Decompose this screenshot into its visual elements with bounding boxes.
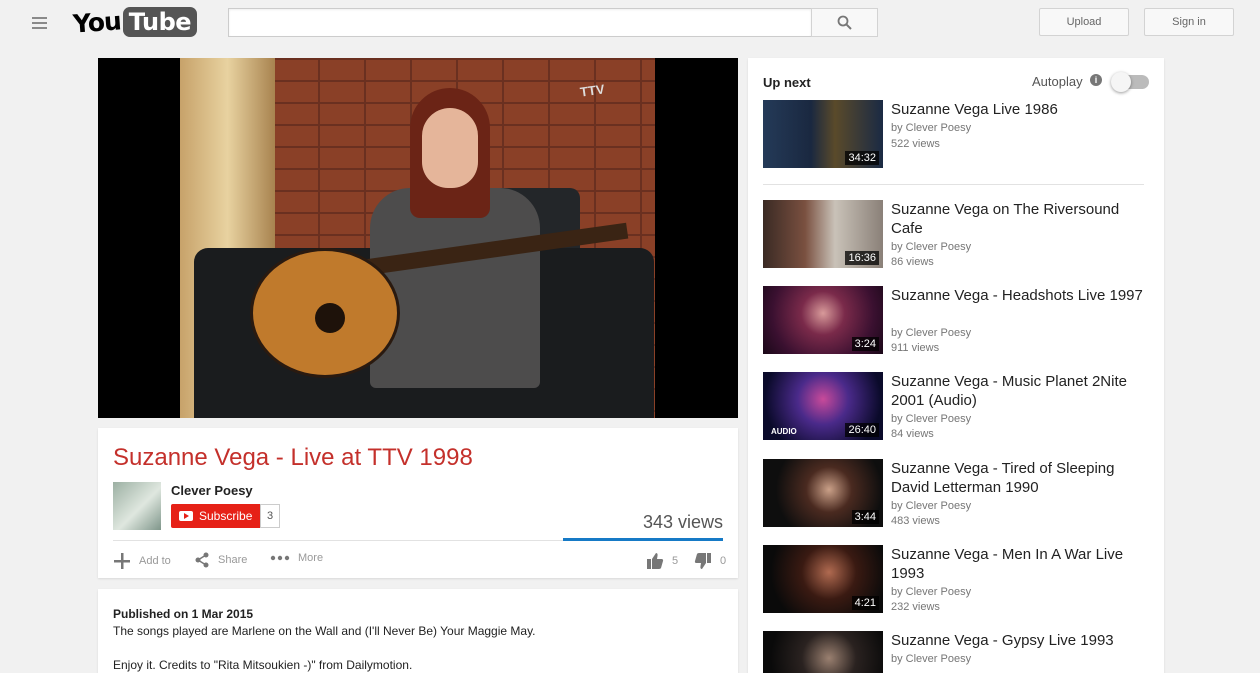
video-title: Suzanne Vega - Live at TTV 1998 <box>113 444 473 471</box>
like-count: 5 <box>672 555 679 567</box>
share-icon <box>195 552 209 568</box>
channel-name: by Clever Poesy <box>891 500 972 512</box>
up-next-sidebar: Up next Autoplay i 34:32 Suzanne Vega Li… <box>748 58 1164 673</box>
share-label: Share <box>218 554 248 566</box>
recommended-video[interactable]: 3:24 Suzanne Vega - Headshots Live 1997 … <box>763 286 1153 356</box>
video-thumbnail[interactable]: 34:32 <box>763 100 883 168</box>
channel-avatar[interactable] <box>113 482 161 530</box>
autoplay-label: Autoplay <box>1032 74 1083 89</box>
thumbs-down-icon <box>694 553 711 569</box>
dislike-count: 0 <box>720 555 727 567</box>
view-count: 343 views <box>642 512 723 532</box>
more-dots-icon <box>270 555 290 561</box>
view-count: 911 views <box>891 342 940 354</box>
video-thumbnail[interactable]: 4:21 <box>763 545 883 613</box>
video-duration: 34:32 <box>845 151 879 165</box>
subscribe-label: Subscribe <box>199 509 253 523</box>
thumbs-up-icon <box>647 553 664 569</box>
video-duration: 16:36 <box>845 251 879 265</box>
search-icon <box>837 15 852 30</box>
recommended-video[interactable]: 4:21 Suzanne Vega - Men In A War Live 19… <box>763 545 1153 615</box>
info-icon[interactable]: i <box>1090 74 1102 86</box>
audio-tag: AUDIO <box>771 427 797 436</box>
channel-name: by Clever Poesy <box>891 413 972 425</box>
video-title[interactable]: Suzanne Vega - Tired of Sleeping David L… <box>891 459 1153 497</box>
channel-name: by Clever Poesy <box>891 327 972 339</box>
logo-you-text: You <box>72 5 122 39</box>
channel-name: by Clever Poesy <box>891 241 972 253</box>
view-count: 86 views <box>891 256 934 268</box>
subscriber-count: 3 <box>260 504 281 528</box>
view-count: 522 views <box>891 138 940 150</box>
sign-in-button[interactable]: Sign in <box>1144 8 1234 36</box>
channel-name[interactable]: Clever Poesy <box>171 483 253 498</box>
subscribe-button[interactable]: Subscribe <box>171 504 261 528</box>
video-frame: TTV <box>180 58 655 418</box>
video-thumbnail[interactable]: 3:44 <box>763 459 883 527</box>
description-card: Published on 1 Mar 2015 The songs played… <box>98 589 738 673</box>
video-title[interactable]: Suzanne Vega - Music Planet 2Nite 2001 (… <box>891 372 1153 410</box>
search-button[interactable] <box>811 8 878 37</box>
sentiment-bar <box>563 538 723 541</box>
video-title[interactable]: Suzanne Vega - Gypsy Live 1993 <box>891 631 1153 650</box>
share-button[interactable]: Share <box>194 552 247 568</box>
more-button[interactable]: More <box>270 552 323 564</box>
view-count: 84 views <box>891 428 934 440</box>
publish-date: Published on 1 Mar 2015 <box>113 607 254 621</box>
up-next-heading: Up next <box>763 75 811 90</box>
view-count: 483 views <box>891 515 940 527</box>
search-input[interactable] <box>228 8 812 37</box>
video-duration: 4:21 <box>851 596 879 610</box>
like-button[interactable]: 5 <box>646 552 678 570</box>
add-to-button[interactable]: Add to <box>113 552 171 570</box>
video-title[interactable]: Suzanne Vega Live 1986 <box>891 100 1153 119</box>
channel-name: by Clever Poesy <box>891 586 972 598</box>
video-player[interactable]: TTV <box>98 58 738 418</box>
video-thumbnail[interactable]: 3:24 <box>763 286 883 354</box>
video-duration: 3:44 <box>851 510 879 524</box>
description-text: The songs played are Marlene on the Wall… <box>113 624 536 638</box>
channel-name: by Clever Poesy <box>891 122 972 134</box>
video-thumbnail[interactable] <box>763 631 883 673</box>
upload-button[interactable]: Upload <box>1039 8 1129 36</box>
description-text: Enjoy it. Credits to "Rita Mitsoukien -)… <box>113 658 413 672</box>
video-title[interactable]: Suzanne Vega on The Riversound Cafe <box>891 200 1153 238</box>
more-label: More <box>298 552 324 564</box>
autoplay-toggle[interactable] <box>1111 72 1149 92</box>
menu-icon[interactable] <box>32 17 47 29</box>
youtube-logo[interactable]: You Tube <box>72 5 198 39</box>
view-count: 232 views <box>891 601 940 613</box>
add-to-label: Add to <box>139 555 171 567</box>
divider <box>763 184 1144 185</box>
recommended-video[interactable]: 3:44 Suzanne Vega - Tired of Sleeping Da… <box>763 459 1153 529</box>
video-info-card: Suzanne Vega - Live at TTV 1998 Clever P… <box>98 428 738 578</box>
channel-name: by Clever Poesy <box>891 653 972 665</box>
recommended-video[interactable]: 34:32 Suzanne Vega Live 1986 by Clever P… <box>763 100 1153 170</box>
dislike-button[interactable]: 0 <box>694 552 726 570</box>
youtube-play-icon <box>179 511 193 521</box>
masthead: You Tube Upload Sign in <box>0 0 1260 46</box>
video-title[interactable]: Suzanne Vega - Headshots Live 1997 <box>891 286 1153 305</box>
recommended-video[interactable]: 16:36 Suzanne Vega on The Riversound Caf… <box>763 200 1153 270</box>
video-thumbnail[interactable]: AUDIO 26:40 <box>763 372 883 440</box>
video-duration: 26:40 <box>845 423 879 437</box>
plus-icon <box>114 553 130 569</box>
logo-tube-text: Tube <box>122 7 198 37</box>
video-duration: 3:24 <box>851 337 879 351</box>
recommended-video[interactable]: AUDIO 26:40 Suzanne Vega - Music Planet … <box>763 372 1153 442</box>
video-thumbnail[interactable]: 16:36 <box>763 200 883 268</box>
video-title[interactable]: Suzanne Vega - Men In A War Live 1993 <box>891 545 1153 583</box>
recommended-video[interactable]: Suzanne Vega - Gypsy Live 1993 by Clever… <box>763 631 1153 673</box>
